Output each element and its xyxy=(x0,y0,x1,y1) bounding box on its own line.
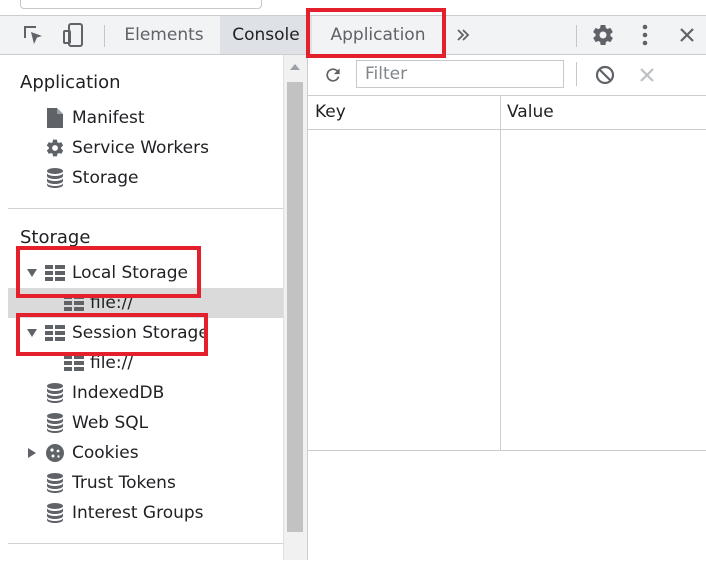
expand-triangle-icon[interactable] xyxy=(25,258,39,288)
section-title-application: Application xyxy=(20,72,121,93)
sidebar-item-cookies[interactable]: Cookies xyxy=(0,438,283,468)
sidebar-item-label: Web SQL xyxy=(72,413,149,433)
sidebar-item-label: Trust Tokens xyxy=(72,473,176,493)
sidebar-item-local-storage[interactable]: Local Storage xyxy=(0,258,283,288)
cookie-icon xyxy=(43,438,67,468)
kebab-menu-icon[interactable] xyxy=(632,16,658,54)
sidebar-item-label: file:// xyxy=(90,353,134,373)
section-divider xyxy=(8,208,283,209)
column-header-value[interactable]: Value xyxy=(507,96,554,129)
sidebar-item-session-storage[interactable]: Session Storage xyxy=(0,318,283,348)
table-grid-icon xyxy=(62,348,86,378)
sidebar-item-web-sql[interactable]: Web SQL xyxy=(0,408,283,438)
sidebar-item-interest-groups[interactable]: Interest Groups xyxy=(0,498,283,528)
devtools-tab-bar: Elements Console Application xyxy=(0,16,706,55)
toolbar-separator xyxy=(576,25,577,47)
inspect-element-icon[interactable] xyxy=(18,16,48,54)
delete-selected-icon[interactable] xyxy=(634,62,660,88)
filter-input[interactable] xyxy=(356,60,564,88)
device-toolbar-icon[interactable] xyxy=(58,16,88,54)
sidebar-item-label: Storage xyxy=(72,168,139,188)
database-icon xyxy=(43,498,67,528)
sidebar-item-session-storage-file[interactable]: file:// xyxy=(8,348,283,378)
sidebar-item-label: file:// xyxy=(90,293,134,313)
scrollbar-thumb[interactable] xyxy=(287,82,303,532)
chevron-double-right-icon[interactable] xyxy=(450,16,476,54)
table-grid-icon xyxy=(62,288,86,318)
section-divider xyxy=(8,543,283,544)
partial-top-control xyxy=(20,0,262,9)
toolbar-separator xyxy=(104,25,105,47)
gear-icon xyxy=(43,133,67,163)
expand-triangle-icon[interactable] xyxy=(25,318,39,348)
sidebar-item-label: Service Workers xyxy=(72,138,209,158)
tab-application[interactable]: Application xyxy=(312,16,444,54)
toolbar-separator xyxy=(576,62,577,86)
sidebar-item-label: Manifest xyxy=(72,108,145,128)
refresh-icon[interactable] xyxy=(320,62,346,88)
table-grid-icon xyxy=(43,258,67,288)
close-icon[interactable] xyxy=(672,16,702,54)
application-sidebar: Application Manifest Service Workers Sto… xyxy=(0,55,283,560)
sidebar-item-label: Local Storage xyxy=(72,263,188,283)
sidebar-item-label: Session Storage xyxy=(72,323,209,343)
gear-icon[interactable] xyxy=(588,16,618,54)
database-icon xyxy=(43,408,67,438)
grid-header: Key Value xyxy=(308,96,706,130)
scroll-up-arrow-icon[interactable] xyxy=(288,62,302,74)
column-separator[interactable] xyxy=(500,96,501,450)
sidebar-item-label: Interest Groups xyxy=(72,503,204,523)
sidebar-item-local-storage-file[interactable]: file:// xyxy=(8,288,283,318)
database-icon xyxy=(43,163,67,193)
sidebar-item-storage-overview[interactable]: Storage xyxy=(0,163,283,193)
database-icon xyxy=(43,378,67,408)
sidebar-item-manifest[interactable]: Manifest xyxy=(0,103,283,133)
key-value-grid[interactable] xyxy=(308,96,706,451)
database-icon xyxy=(43,468,67,498)
collapsed-triangle-icon[interactable] xyxy=(25,438,39,468)
top-strip xyxy=(0,0,706,16)
sidebar-item-label: IndexedDB xyxy=(72,383,165,403)
clear-all-icon[interactable] xyxy=(592,62,618,88)
section-title-storage: Storage xyxy=(20,227,91,248)
sidebar-item-indexeddb[interactable]: IndexedDB xyxy=(0,378,283,408)
sidebar-item-trust-tokens[interactable]: Trust Tokens xyxy=(0,468,283,498)
sidebar-item-label: Cookies xyxy=(72,443,139,463)
file-icon xyxy=(43,103,67,133)
table-grid-icon xyxy=(43,318,67,348)
tab-console[interactable]: Console xyxy=(220,16,312,54)
sidebar-item-service-workers[interactable]: Service Workers xyxy=(0,133,283,163)
tab-elements[interactable]: Elements xyxy=(114,16,214,54)
column-header-key[interactable]: Key xyxy=(315,96,346,129)
